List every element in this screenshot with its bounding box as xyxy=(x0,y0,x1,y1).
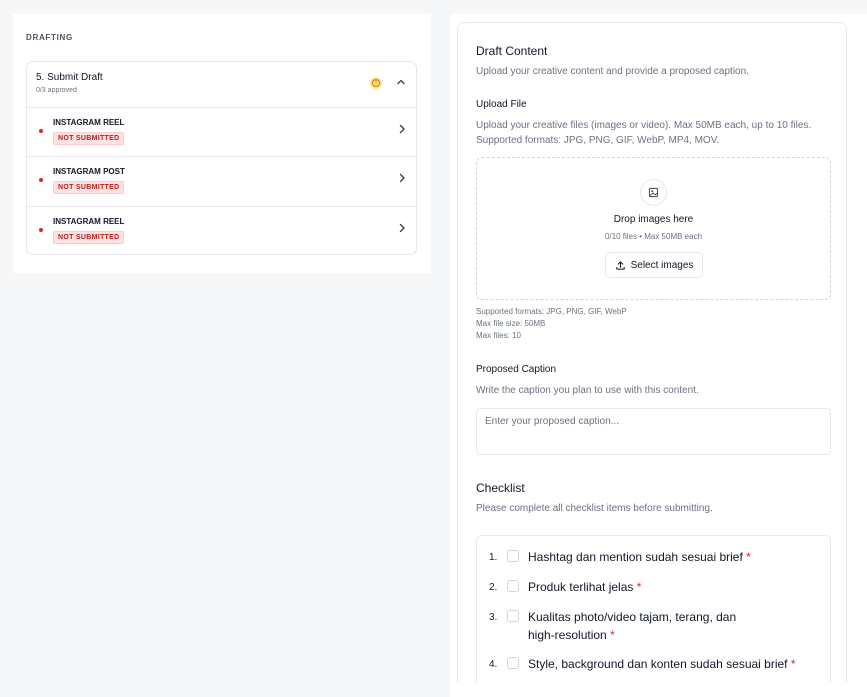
upload-file-label: Upload File xyxy=(476,99,527,110)
select-images-button[interactable]: Select images xyxy=(605,252,703,278)
item-text: Produk terlihat jelas * xyxy=(528,580,642,594)
drop-title: Drop images here xyxy=(613,214,694,225)
deliverable-title: INSTAGRAM REEL xyxy=(53,118,125,127)
chevron-up-icon[interactable] xyxy=(396,77,406,90)
draft-content-card: Draft Content Upload your creative conte… xyxy=(457,22,847,682)
step-header[interactable]: 5. Submit Draft 0/3 approved ! xyxy=(27,62,416,108)
status-badge: NOT SUBMITTED xyxy=(53,132,125,145)
deliverable-item[interactable]: INSTAGRAM POST NOT SUBMITTED xyxy=(27,157,416,207)
step-title: 5. Submit Draft xyxy=(36,72,103,83)
item-text: Style, background dan konten sudah sesua… xyxy=(528,657,796,671)
draft-content-description: Upload your creative content and provide… xyxy=(476,66,749,77)
upload-icon xyxy=(615,260,625,270)
status-dot xyxy=(39,227,43,232)
file-dropzone[interactable]: Drop images here 0/10 files • Max 50MB e… xyxy=(476,157,831,300)
meta-size: Max file size: 50MB xyxy=(476,319,546,328)
select-images-label: Select images xyxy=(630,259,694,271)
deliverable-title: INSTAGRAM REEL xyxy=(53,216,125,226)
status-badge: NOT SUBMITTED xyxy=(53,230,125,244)
checklist-title: Checklist xyxy=(476,481,525,495)
item-number: 4. xyxy=(489,659,498,670)
deliverable-item[interactable]: INSTAGRAM REEL NOT SUBMITTED xyxy=(27,207,416,254)
step-progress: 0/3 approved xyxy=(36,87,77,94)
meta-formats: Supported formats: JPG, PNG, GIF, WebP xyxy=(476,307,627,316)
item-number: 3. xyxy=(489,612,498,623)
chevron-right-icon[interactable] xyxy=(397,122,407,138)
checklist-checkbox[interactable] xyxy=(507,550,519,562)
checklist-checkbox[interactable] xyxy=(507,657,519,669)
status-dot xyxy=(39,129,43,133)
proposed-caption-description: Write the caption you plan to use with t… xyxy=(476,385,699,396)
required-marker: * xyxy=(790,657,796,671)
required-marker: * xyxy=(636,580,642,594)
item-number: 2. xyxy=(489,582,498,593)
item-number: 1. xyxy=(489,552,498,563)
status-dot xyxy=(39,178,43,183)
section-label: DRAFTING xyxy=(26,33,73,42)
drafting-panel: DRAFTING 5. Submit Draft 0/3 approved ! … xyxy=(13,14,431,273)
warning-icon: ! xyxy=(370,77,382,89)
checklist-box: 1. Hashtag dan mention sudah sesuai brie… xyxy=(476,535,831,682)
caption-textarea[interactable] xyxy=(476,408,831,455)
upload-meta: Supported formats: JPG, PNG, GIF, WebP M… xyxy=(476,306,627,342)
chevron-right-icon[interactable] xyxy=(397,171,407,187)
required-marker: * xyxy=(610,628,615,642)
proposed-caption-label: Proposed Caption xyxy=(476,364,557,375)
deliverable-title: INSTAGRAM POST xyxy=(53,167,125,177)
status-badge: NOT SUBMITTED xyxy=(53,181,125,195)
checklist-checkbox[interactable] xyxy=(507,610,519,622)
image-icon xyxy=(640,179,667,206)
chevron-right-icon[interactable] xyxy=(397,221,407,237)
item-text: Hashtag dan mention sudah sesuai brief * xyxy=(528,550,751,564)
upload-file-description: Upload your creative files (images or vi… xyxy=(476,120,812,146)
item-text: Kualitas photo/video tajam, terang, dan … xyxy=(528,610,737,642)
checklist-checkbox[interactable] xyxy=(507,580,519,592)
required-marker: * xyxy=(746,550,751,564)
deliverable-item[interactable]: INSTAGRAM REEL NOT SUBMITTED xyxy=(27,108,416,158)
submit-draft-card: 5. Submit Draft 0/3 approved ! INSTAGRAM… xyxy=(26,61,417,255)
checklist-description: Please complete all checklist items befo… xyxy=(476,503,713,514)
drop-limits: 0/10 files • Max 50MB each xyxy=(604,232,703,241)
meta-count: Max files: 10 xyxy=(476,331,521,340)
draft-content-title: Draft Content xyxy=(476,44,548,58)
